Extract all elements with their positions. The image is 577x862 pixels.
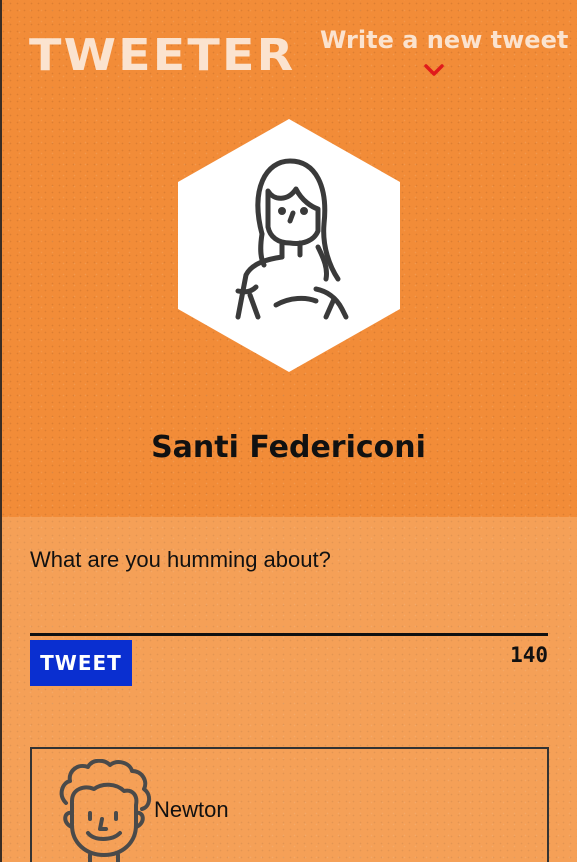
tweet-button[interactable]: TWEET <box>30 640 132 686</box>
chevron-down-icon[interactable] <box>423 63 445 77</box>
woman-avatar-icon <box>178 119 400 372</box>
tweet-author-name: Newton <box>154 797 229 822</box>
compose-section: TWEET 140 <box>2 517 577 862</box>
tweet-card: Newton <box>30 747 549 862</box>
char-counter: 140 <box>510 643 548 667</box>
curly-hair-man-avatar-icon <box>59 759 151 862</box>
page: TWEETER Write a new tweet Santi Federico… <box>0 0 577 862</box>
profile-name: Santi Federiconi <box>151 430 426 465</box>
compose-input[interactable] <box>30 547 548 636</box>
app-logo[interactable]: TWEETER <box>29 34 295 78</box>
write-new-tweet-link[interactable]: Write a new tweet <box>320 26 568 54</box>
